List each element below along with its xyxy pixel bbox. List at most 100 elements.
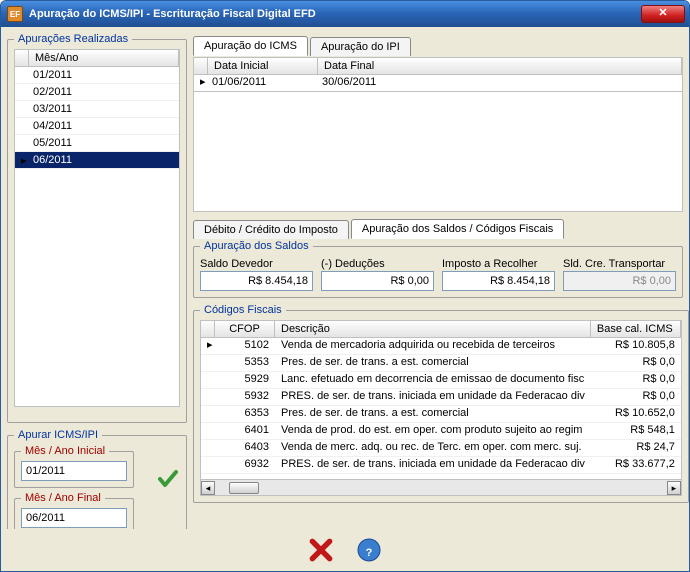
scroll-thumb[interactable] (229, 482, 259, 494)
row-pointer-icon (201, 406, 215, 422)
horizontal-scrollbar[interactable]: ◂ ▸ (200, 480, 682, 496)
col-base-icms: Base cal. ICMS (591, 321, 681, 337)
cfop-cell-base: R$ 33.677,2 (591, 457, 681, 473)
cfop-header: CFOP Descrição Base cal. ICMS (200, 320, 682, 338)
imposto-recolher-label: Imposto a Recolher (442, 258, 555, 270)
cfop-cell-base: R$ 0,0 (591, 355, 681, 371)
cross-icon (308, 537, 334, 563)
cfop-row[interactable]: 6932PRES. de ser. de trans. iniciada em … (201, 457, 681, 474)
data-final-value: 30/06/2011 (316, 75, 682, 91)
cfop-cell-base: R$ 10.652,0 (591, 406, 681, 422)
cfop-row[interactable]: 5929Lanc. efetuado em decorrencia de emi… (201, 372, 681, 389)
col-cfop: CFOP (215, 321, 275, 337)
row-pointer-icon (201, 423, 215, 439)
mes-inicial-input[interactable] (21, 461, 127, 481)
saldo-devedor-label: Saldo Devedor (200, 258, 313, 270)
cfop-cell-base: R$ 24,7 (591, 440, 681, 456)
cfop-cell-code: 5102 (215, 338, 275, 354)
col-data-final: Data Final (318, 58, 682, 74)
date-grid-row[interactable]: ▸ 01/06/2011 30/06/2011 (193, 75, 683, 92)
cfop-cell-desc: Venda de merc. adq. ou rec. de Terc. em … (275, 440, 591, 456)
row-pointer-icon (201, 457, 215, 473)
cfop-cell-desc: Venda de mercadoria adquirida ou recebid… (275, 338, 591, 354)
col-descricao: Descrição (275, 321, 591, 337)
sld-transportar-input (563, 271, 676, 291)
row-pointer-icon: ▸ (194, 75, 206, 91)
tab-apuracao-ipi[interactable]: Apuração do IPI (310, 37, 411, 56)
mes-final-input[interactable] (21, 508, 127, 528)
mesano-row[interactable]: ▸06/2011 (15, 152, 179, 169)
cfop-cell-code: 6353 (215, 406, 275, 422)
help-button[interactable]: ? (354, 535, 384, 565)
cfop-cell-desc: Pres. de ser. de trans. a est. comercial (275, 355, 591, 371)
mesano-cell: 03/2011 (27, 103, 179, 115)
cfop-cell-base: R$ 0,0 (591, 372, 681, 388)
cfop-cell-code: 6401 (215, 423, 275, 439)
imposto-recolher-input[interactable] (442, 271, 555, 291)
cfop-cell-desc: PRES. de ser. de trans. iniciada em unid… (275, 457, 591, 473)
apuracao-saldos-legend: Apuração dos Saldos (200, 240, 313, 252)
cfop-row[interactable]: 5353Pres. de ser. de trans. a est. comer… (201, 355, 681, 372)
sld-transportar-label: Sld. Cre. Transportar (563, 258, 676, 270)
mesano-row[interactable]: 02/2011 (15, 84, 179, 101)
close-button[interactable]: ✕ (641, 5, 685, 23)
cfop-row[interactable]: 6401Venda de prod. do est. em oper. com … (201, 423, 681, 440)
cfop-cell-base: R$ 10.805,8 (591, 338, 681, 354)
data-inicial-value: 01/06/2011 (206, 75, 316, 91)
deducoes-label: (-) Deduções (321, 258, 434, 270)
cfop-row[interactable]: 5932PRES. de ser. de trans. iniciada em … (201, 389, 681, 406)
cfop-cell-code: 6403 (215, 440, 275, 456)
deducoes-input[interactable] (321, 271, 434, 291)
codigos-fiscais-legend: Códigos Fiscais (200, 304, 286, 316)
help-icon: ? (357, 538, 381, 562)
tab-debito-credito[interactable]: Débito / Crédito do Imposto (193, 220, 349, 239)
mesano-grid[interactable]: 01/2011 02/2011 03/2011 04/2011 05/2011 ▸06/2… (14, 67, 180, 407)
scroll-left-arrow-icon[interactable]: ◂ (201, 481, 215, 495)
mesano-row[interactable]: 01/2011 (15, 67, 179, 84)
saldo-devedor-input[interactable] (200, 271, 313, 291)
codigos-fiscais-group: Códigos Fiscais CFOP Descrição Base cal.… (193, 304, 689, 503)
tab-apuracao-saldos[interactable]: Apuração dos Saldos / Códigos Fiscais (351, 219, 564, 239)
mesano-row[interactable]: 04/2011 (15, 118, 179, 135)
cfop-cell-base: R$ 0,0 (591, 389, 681, 405)
mes-inicial-field: Mês / Ano Inicial (14, 445, 134, 488)
tab-apuracao-icms[interactable]: Apuração do ICMS (193, 36, 308, 56)
row-pointer-icon: ▸ (201, 338, 215, 354)
mesano-col-header: Mês/Ano (29, 50, 179, 66)
row-pointer-icon (201, 389, 215, 405)
confirm-icon[interactable] (156, 467, 180, 491)
close-icon: ✕ (658, 7, 667, 19)
cfop-row[interactable]: 6403Venda de merc. adq. ou rec. de Terc.… (201, 440, 681, 457)
cfop-cell-code: 6932 (215, 457, 275, 473)
cfop-cell-code: 5929 (215, 372, 275, 388)
mesano-cell: 04/2011 (27, 120, 179, 132)
apuracoes-realizadas-legend: Apurações Realizadas (14, 33, 132, 45)
sub-tabs: Débito / Crédito do Imposto Apuração dos… (193, 218, 683, 238)
apuracao-saldos-group: Apuração dos Saldos Saldo Devedor (-) De… (193, 240, 683, 298)
cfop-row[interactable]: 6353Pres. de ser. de trans. a est. comer… (201, 406, 681, 423)
window-titlebar: EF Apuração do ICMS/IPI - Escrituração F… (1, 1, 689, 27)
window-title: Apuração do ICMS/IPI - Escrituração Fisc… (29, 8, 641, 20)
cfop-grid[interactable]: ▸5102Venda de mercadoria adquirida ou re… (200, 338, 682, 480)
mesano-row[interactable]: 05/2011 (15, 135, 179, 152)
main-tabs: Apuração do ICMS Apuração do IPI (193, 33, 683, 55)
cfop-cell-code: 5932 (215, 389, 275, 405)
mesano-cell: 05/2011 (27, 137, 179, 149)
mesano-row[interactable]: 03/2011 (15, 101, 179, 118)
cfop-cell-desc: Lanc. efetuado em decorrencia de emissao… (275, 372, 591, 388)
cfop-cell-desc: Venda de prod. do est. em oper. com prod… (275, 423, 591, 439)
scroll-right-arrow-icon[interactable]: ▸ (667, 481, 681, 495)
row-pointer-icon (201, 372, 215, 388)
mes-final-label: Mês / Ano Final (21, 492, 105, 504)
cfop-row[interactable]: ▸5102Venda de mercadoria adquirida ou re… (201, 338, 681, 355)
cfop-cell-desc: PRES. de ser. de trans. iniciada em unid… (275, 389, 591, 405)
cfop-cell-code: 5353 (215, 355, 275, 371)
mes-inicial-label: Mês / Ano Inicial (21, 445, 109, 457)
cancel-button[interactable] (306, 535, 336, 565)
svg-text:?: ? (366, 547, 373, 559)
mesano-cell: 02/2011 (27, 86, 179, 98)
row-pointer-icon: ▸ (15, 154, 27, 167)
cfop-cell-desc: Pres. de ser. de trans. a est. comercial (275, 406, 591, 422)
mesano-header: Mês/Ano (14, 49, 180, 67)
mesano-cell: 01/2011 (27, 69, 179, 81)
